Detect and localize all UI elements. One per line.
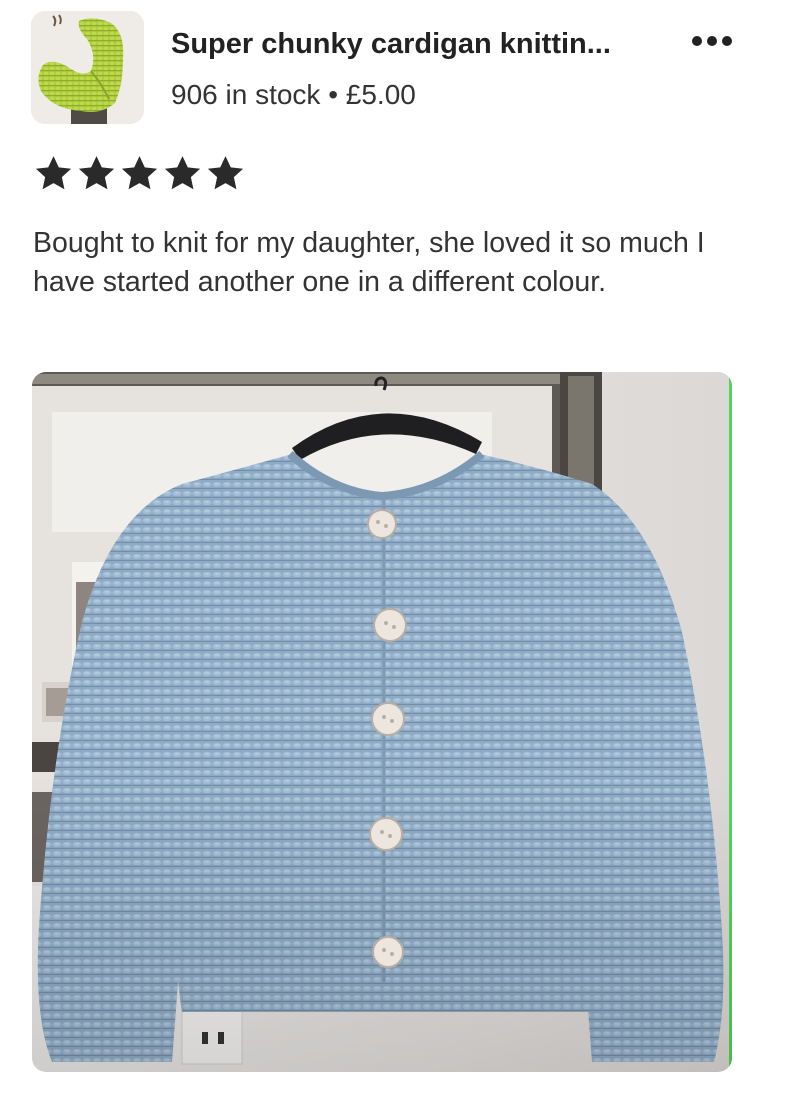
review-text: Bought to knit for my daughter, she love… [33,227,705,298]
star-icon [207,156,244,190]
star-icon [35,156,72,190]
more-horizontal-icon [692,36,702,46]
star-icon [78,156,115,190]
star-icon [164,156,201,190]
more-horizontal-icon-dot [722,36,732,46]
listing-title[interactable]: Super chunky cardigan knittin... [171,28,651,61]
more-horizontal-icon-dot [707,36,717,46]
more-options-button[interactable] [684,26,740,56]
star-icon [121,156,158,190]
knitted-scarf-thumbnail-image [31,11,144,124]
listing-thumbnail[interactable] [31,11,144,124]
star-rating [33,153,246,194]
cardigan-photo-image [32,372,732,1072]
review-photo[interactable] [32,372,732,1072]
stock-and-price: 906 in stock • £5.00 [171,79,416,110]
